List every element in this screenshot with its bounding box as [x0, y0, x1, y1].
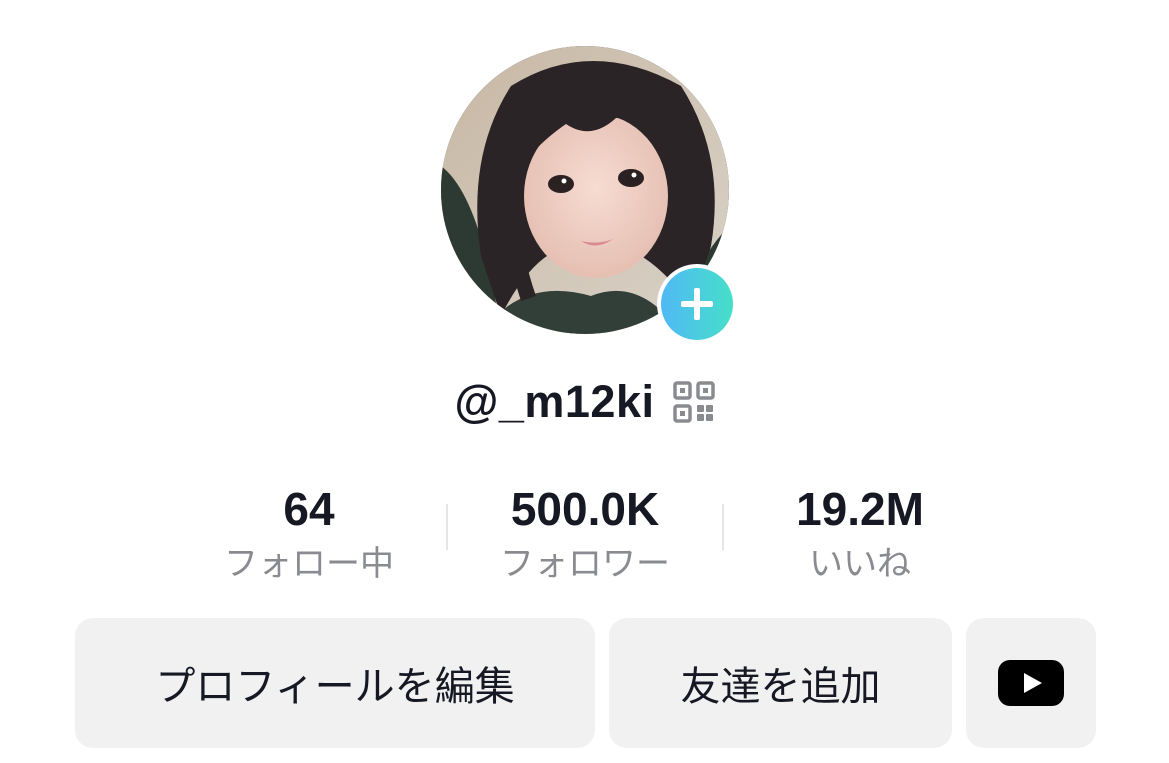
following-count: 64: [283, 483, 335, 535]
stat-followers[interactable]: 500.0K フォロワー: [465, 478, 705, 588]
stat-following[interactable]: 64 フォロー中: [189, 478, 429, 588]
followers-label: フォロワー: [500, 544, 670, 584]
followers-count: 500.0K: [510, 483, 660, 535]
youtube-icon: [998, 660, 1064, 706]
add-friends-label: 友達を追加: [680, 664, 881, 710]
likes-label: いいね: [809, 544, 911, 584]
username-row: @_m12ki: [0, 372, 1169, 432]
stat-divider: [446, 504, 448, 550]
edit-profile-label: プロフィールを編集: [155, 664, 515, 710]
username: @_m12ki: [454, 376, 655, 427]
qr-code-icon[interactable]: [672, 381, 715, 423]
add-badge-circle: [661, 268, 733, 340]
edit-profile-button[interactable]: プロフィールを編集: [75, 618, 595, 748]
add-avatar-button[interactable]: [657, 264, 737, 344]
add-friends-button[interactable]: 友達を追加: [609, 618, 952, 748]
youtube-button[interactable]: [966, 618, 1096, 748]
following-label: フォロー中: [224, 544, 394, 584]
stat-likes[interactable]: 19.2M いいね: [740, 478, 980, 588]
likes-count: 19.2M: [796, 483, 924, 535]
avatar-container: [441, 46, 737, 344]
stat-divider: [722, 504, 724, 550]
plus-icon: [681, 288, 713, 320]
